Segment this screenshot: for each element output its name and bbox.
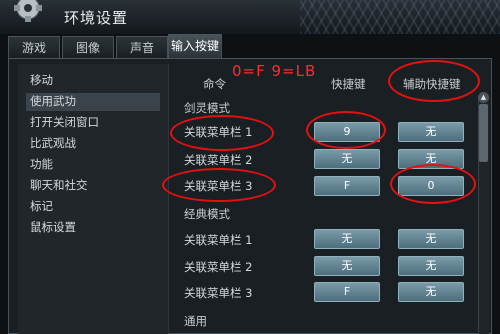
aux-shortcut-button[interactable]: 无	[398, 282, 464, 302]
title-bar: 环境设置	[0, 0, 500, 34]
row-label: 关联菜单栏 3	[184, 179, 253, 193]
tab-graphics[interactable]: 图像	[62, 36, 114, 58]
row-label: 关联菜单栏 2	[184, 260, 253, 274]
row-label: 关联菜单栏 1	[184, 125, 253, 139]
window-title: 环境设置	[64, 9, 129, 27]
tab-game[interactable]: 游戏	[8, 36, 60, 58]
sidebar-item-mouse[interactable]: 鼠标设置	[30, 219, 76, 237]
sidebar-item-marker[interactable]: 标记	[30, 198, 53, 216]
aux-shortcut-button[interactable]: 0	[398, 176, 464, 196]
title-decoration	[300, 0, 500, 34]
row-label: 关联菜单栏 2	[184, 153, 253, 167]
aux-shortcut-button[interactable]: 无	[398, 149, 464, 169]
aux-shortcut-button[interactable]: 无	[398, 229, 464, 249]
section-title-general: 通用	[184, 314, 207, 328]
section-title-classic-mode: 经典模式	[184, 207, 230, 221]
row-label: 关联菜单栏 3	[184, 286, 253, 300]
aux-shortcut-button[interactable]: 无	[398, 256, 464, 276]
column-header-command: 命令	[203, 77, 226, 91]
handwritten-annotation: 0=F 9=LB	[232, 62, 317, 80]
sidebar-item-toggle-window[interactable]: 打开关闭窗口	[30, 114, 99, 132]
gear-icon	[14, 0, 42, 22]
sidebar-item-spectate[interactable]: 比武观战	[30, 135, 76, 153]
sidebar: 移动 使用武功 打开关闭窗口 比武观战 功能 聊天和社交 标记 鼠标设置	[18, 64, 169, 334]
sidebar-item-use-skill[interactable]: 使用武功	[26, 93, 160, 111]
scrollbar-thumb[interactable]	[479, 104, 488, 162]
section-title-blade-mode: 剑灵模式	[184, 101, 230, 115]
tab-sound[interactable]: 声音	[116, 36, 168, 58]
shortcut-button[interactable]: 无	[314, 256, 380, 276]
tab-input-keys[interactable]: 输入按键	[168, 34, 222, 58]
shortcut-button[interactable]: F	[314, 282, 380, 302]
scroll-up-icon[interactable]: ▲	[478, 92, 489, 103]
sidebar-item-function[interactable]: 功能	[30, 156, 53, 174]
row-label: 关联菜单栏 1	[184, 233, 253, 247]
sidebar-item-move[interactable]: 移动	[30, 72, 53, 90]
tab-bar: 游戏 图像 声音 输入按键	[8, 34, 500, 58]
column-header-aux-shortcut: 辅助快捷键	[403, 77, 461, 91]
column-header-shortcut: 快捷键	[331, 77, 366, 91]
sidebar-item-chat-social[interactable]: 聊天和社交	[30, 177, 88, 195]
aux-shortcut-button[interactable]: 无	[398, 122, 464, 142]
shortcut-button[interactable]: F	[314, 176, 380, 196]
shortcut-button[interactable]: 无	[314, 229, 380, 249]
shortcut-button[interactable]: 无	[314, 149, 380, 169]
shortcut-button[interactable]: 9	[314, 122, 380, 142]
